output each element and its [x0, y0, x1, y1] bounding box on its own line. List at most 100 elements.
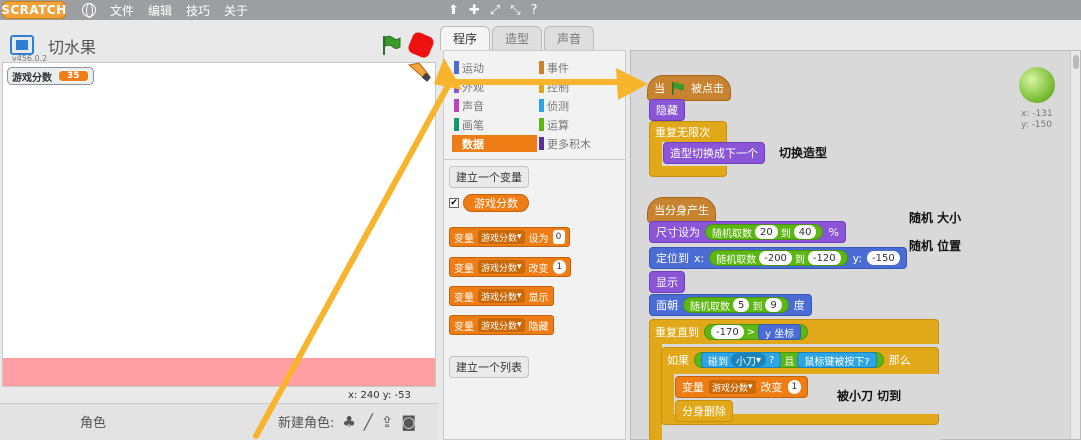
category-motion[interactable]: 运动 [452, 59, 537, 76]
category-operators[interactable]: 运算 [537, 116, 622, 133]
variable-dropdown[interactable]: 游戏分数 ▾ [478, 230, 525, 244]
variable-monitor[interactable]: 游戏分数 35 [7, 67, 94, 85]
change-variable-block[interactable]: 变量 游戏分数 ▾ 改变 1 [449, 257, 572, 277]
sprite-library-icon[interactable]: ♣ [342, 413, 355, 431]
globe-icon[interactable] [82, 3, 96, 18]
block-label: 变量 [454, 321, 474, 333]
sprite-x: x: -131 [1021, 109, 1053, 119]
variable-dropdown[interactable]: 游戏分数 ▾ [478, 318, 525, 332]
script-scrollbar[interactable] [1070, 51, 1080, 439]
set-variable-block[interactable]: 变量 游戏分数 ▾ 设为 0 [449, 227, 570, 247]
touching-sensor[interactable]: 碰到 小刀 ▾ ? [701, 352, 782, 368]
scratch-logo[interactable]: SCRATCH [1, 1, 66, 19]
variable-reporter[interactable]: 游戏分数 [463, 194, 529, 212]
sprite-y: y: -150 [1021, 120, 1052, 130]
project-title[interactable]: 切水果 [48, 34, 96, 58]
random-max-input[interactable]: 9 [765, 298, 782, 312]
value-input[interactable]: 1 [552, 260, 567, 274]
random-operator[interactable]: 随机取数 5 到 9 [683, 297, 789, 313]
block-label: 变量 [454, 263, 474, 275]
menu-tips[interactable]: 技巧 [186, 2, 210, 19]
hide-variable-block[interactable]: 变量 游戏分数 ▾ 隐藏 [449, 315, 554, 335]
annotation-costume: 切换造型 [779, 146, 828, 160]
op-label: 到 [752, 301, 763, 313]
hide-block[interactable]: 隐藏 [649, 99, 685, 121]
tab-costumes[interactable]: 造型 [492, 26, 543, 50]
if-header: 如果 碰到 小刀 ▾ ? 且 鼠标键被按下? 那么 [661, 349, 917, 371]
stage-header: 切水果 v456.0.2 [0, 20, 438, 63]
palette-divider [444, 159, 625, 160]
make-list-button[interactable]: 建立一个列表 [449, 356, 529, 378]
random-min-input[interactable]: -200 [759, 251, 792, 265]
category-data[interactable]: 数据 [452, 135, 537, 152]
category-pen[interactable]: 画笔 [452, 116, 537, 133]
compare-input[interactable]: -170 [711, 325, 744, 339]
random-min-input[interactable]: 5 [733, 298, 750, 312]
when-clone-starts-block[interactable]: 当分身产生 [647, 197, 716, 223]
stop-icon[interactable] [406, 30, 436, 60]
random-max-input[interactable]: -120 [807, 251, 841, 265]
upload-icon[interactable]: ⇪ [381, 413, 394, 431]
editor-tabs: 程序 造型 声音 [440, 26, 595, 50]
random-min-input[interactable]: 20 [755, 225, 778, 239]
variable-dropdown[interactable]: 游戏分数 ▾ [709, 380, 756, 394]
greater-than-operator[interactable]: -170 > y 坐标 [704, 324, 809, 340]
category-control[interactable]: 控制 [537, 78, 622, 95]
set-size-block[interactable]: 尺寸设为 随机取数 20 到 40 % [649, 221, 846, 243]
block-label: 改变 [528, 263, 549, 275]
y-position-reporter[interactable]: y 坐标 [758, 324, 802, 340]
fullscreen-icon[interactable] [10, 35, 34, 55]
camera-icon[interactable]: ◙ [401, 413, 416, 431]
stage-coordinates: x: 240 y: -53 [348, 390, 411, 401]
help-icon[interactable]: ? [531, 3, 538, 18]
category-sensing[interactable]: 侦测 [537, 97, 622, 114]
mouse-down-sensor[interactable]: 鼠标键被按下? [797, 352, 877, 368]
paint-brush-icon[interactable]: ╱ [364, 413, 373, 431]
menu-file[interactable]: 文件 [110, 2, 134, 19]
op-label: 且 [784, 356, 795, 368]
show-variable-block[interactable]: 变量 游戏分数 ▾ 显示 [449, 286, 554, 306]
go-to-xy-block[interactable]: 定位到 x: 随机取数 -200 到 -120 y: -150 [649, 247, 907, 269]
tab-scripts[interactable]: 程序 [440, 26, 491, 50]
next-costume-block[interactable]: 造型切换成下一个 [663, 142, 765, 164]
op-label: 随机取数 [712, 228, 752, 240]
make-variable-button[interactable]: 建立一个变量 [449, 166, 529, 188]
dropdown-value: 游戏分数 [481, 292, 518, 303]
y-input[interactable]: -150 [867, 251, 900, 265]
touching-dropdown[interactable]: 小刀 ▾ [731, 353, 767, 368]
change-score-block[interactable]: 变量 游戏分数 ▾ 改变 1 [675, 376, 809, 398]
duplicate-stamp-icon[interactable]: ⬆ [448, 3, 459, 18]
green-flag-icon[interactable] [380, 34, 402, 56]
category-events[interactable]: 事件 [537, 59, 622, 76]
dropdown-value: 游戏分数 [481, 321, 518, 332]
random-operator[interactable]: 随机取数 20 到 40 [705, 224, 824, 240]
point-in-direction-block[interactable]: 面朝 随机取数 5 到 9 度 [649, 294, 812, 316]
category-more-blocks[interactable]: 更多积木 [537, 135, 622, 152]
random-max-input[interactable]: 40 [793, 225, 817, 239]
category-looks[interactable]: 外观 [452, 78, 537, 95]
green-flag-icon [672, 82, 684, 95]
value-input[interactable]: 0 [552, 230, 565, 244]
variable-checkbox[interactable]: ✔ [449, 198, 459, 208]
menu-edit[interactable]: 编辑 [148, 2, 172, 19]
knife-sprite-icon[interactable] [405, 61, 433, 83]
menu-about[interactable]: 关于 [224, 2, 248, 19]
stage-canvas[interactable]: 游戏分数 35 [2, 62, 436, 387]
random-operator[interactable]: 随机取数 -200 到 -120 [709, 250, 848, 266]
delete-clone-block[interactable]: 分身删除 [675, 400, 733, 422]
shrink-icon[interactable]: ⤡ [510, 3, 520, 18]
variable-dropdown[interactable]: 游戏分数 ▾ [478, 260, 525, 274]
change-input[interactable]: 1 [787, 380, 802, 394]
variable-dropdown[interactable]: 游戏分数 ▾ [478, 289, 525, 303]
coord-x-label: x: [348, 390, 358, 401]
when-flag-clicked-block[interactable]: 当 被点击 [647, 75, 731, 101]
grow-icon[interactable]: ⤢ [490, 3, 500, 18]
show-block[interactable]: 显示 [649, 271, 685, 293]
block-label: 变量 [454, 292, 474, 304]
and-operator[interactable]: 碰到 小刀 ▾ ? 且 鼠标键被按下? [694, 352, 884, 368]
delete-cut-icon[interactable]: ✚ [469, 3, 480, 18]
tab-sounds[interactable]: 声音 [544, 26, 595, 50]
script-area[interactable]: 当 被点击 隐藏 重复无限次 造型切换成下一个 切换造型 当分身产生 尺寸设为 … [630, 50, 1081, 440]
category-sound[interactable]: 声音 [452, 97, 537, 114]
block-label: 定位到 [656, 252, 689, 265]
